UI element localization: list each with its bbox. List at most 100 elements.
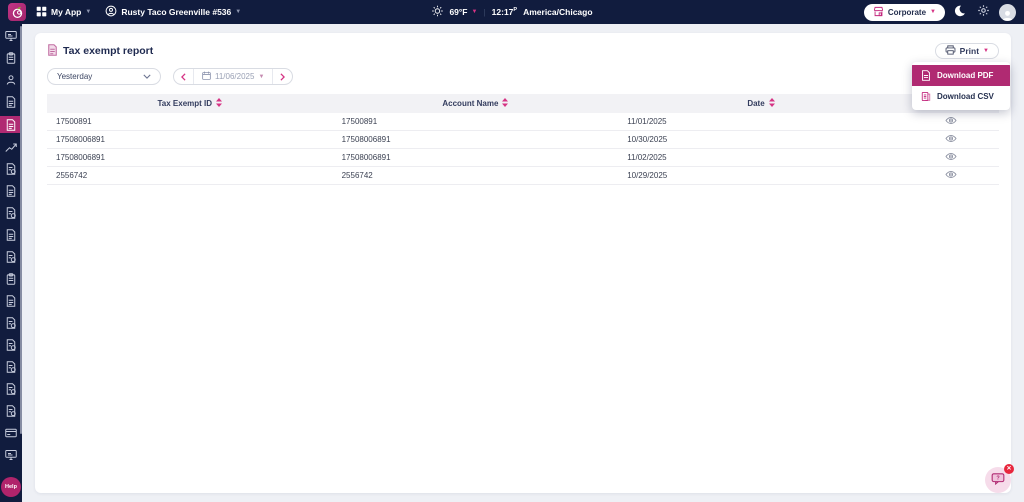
chevron-down-icon: ▼ (983, 48, 989, 54)
docbadge-icon (5, 250, 17, 263)
chevron-down-icon: ▼ (85, 9, 92, 15)
sort-icon[interactable] (216, 98, 223, 109)
sidebar-item-doc-badge-4[interactable] (0, 315, 22, 330)
column-header-tax-exempt-id[interactable]: Tax Exempt ID (47, 94, 333, 113)
temperature-value: 69°F (449, 7, 468, 17)
menu-item-download-pdf[interactable]: Download PDF (912, 65, 1010, 86)
doc-icon (5, 95, 17, 108)
docbadge-icon (5, 206, 17, 219)
sidebar-icon-list (0, 24, 22, 469)
chevron-down-icon: ▼ (258, 73, 265, 80)
next-day-button[interactable] (273, 69, 292, 84)
sort-icon[interactable] (768, 98, 775, 109)
docbadge-icon (5, 338, 17, 351)
clipboard-icon (5, 51, 17, 64)
monitor-icon (5, 30, 17, 42)
sidebar-item-doc-badge-8[interactable] (0, 403, 22, 418)
calendar-icon (202, 71, 211, 82)
doc-icon (5, 118, 17, 131)
view-button[interactable] (945, 134, 957, 143)
table-header: Tax Exempt IDAccount NameDateAction(s) (47, 94, 999, 113)
cell-date: 11/01/2025 (618, 113, 904, 131)
weather-toggle[interactable]: 69°F ▼ (449, 7, 477, 17)
eye-icon (945, 116, 957, 125)
cell-tax-exempt-id: 17500891 (47, 113, 333, 131)
sidebar-item-monitor-2[interactable] (0, 447, 22, 462)
help-button[interactable]: Help (1, 477, 21, 497)
sidebar-item-monitor[interactable] (0, 28, 22, 43)
app-switcher[interactable]: My App ▼ (36, 6, 91, 19)
docbadge-icon (5, 404, 17, 417)
print-button[interactable]: Print ▼ (934, 43, 999, 59)
sidebar-item-card[interactable] (0, 425, 22, 440)
sidebar-item-tax-exempt-report[interactable] (0, 116, 22, 133)
chart-icon (5, 141, 17, 153)
page-title: Tax exempt report (47, 43, 153, 59)
date-picker[interactable]: 11/06/2025 ▼ (193, 69, 274, 84)
sidebar-item-doc[interactable] (0, 183, 22, 198)
view-button[interactable] (945, 116, 957, 125)
report-doc-icon (47, 43, 58, 59)
title-row: Tax exempt report Print ▼ (47, 43, 999, 59)
avatar-icon (999, 3, 1016, 21)
location-switcher[interactable]: Rusty Taco Greenville #536 ▼ (105, 5, 241, 19)
doc-icon (5, 294, 17, 307)
sidebar-item-chart[interactable] (0, 139, 22, 154)
menu-item-download-csv[interactable]: Download CSV (912, 86, 1010, 107)
sun-icon (431, 5, 443, 19)
cell-actions (903, 166, 999, 185)
dark-mode-toggle[interactable] (954, 4, 968, 21)
sidebar-item-doc-badge-3[interactable] (0, 249, 22, 264)
chat-support-button[interactable]: ? ✕ (985, 464, 1014, 493)
grid-icon (36, 6, 47, 19)
cell-tax-exempt-id: 2556742 (47, 166, 333, 185)
corporate-button[interactable]: Corporate ▼ (863, 3, 945, 21)
date-value: 11/06/2025 (215, 72, 255, 81)
menu-item-label: Download PDF (937, 71, 994, 80)
brand-logo-icon[interactable] (8, 3, 26, 21)
file-csv-icon (921, 91, 931, 102)
table-row: 17500891 17500891 11/01/2025 (47, 113, 999, 131)
sidebar-scrollbar[interactable] (20, 26, 22, 434)
prev-day-button[interactable] (174, 69, 193, 84)
eye-icon (945, 152, 957, 161)
print-dropdown-menu: Download PDF Download CSV (912, 62, 1010, 110)
date-range-select[interactable]: Yesterday (47, 68, 161, 85)
user-avatar[interactable] (999, 3, 1016, 21)
printer-icon (945, 45, 956, 57)
sidebar-item-doc-2[interactable] (0, 227, 22, 242)
column-header-account-name[interactable]: Account Name (332, 94, 619, 113)
sidebar-item-clipboard[interactable] (0, 50, 22, 65)
sidebar-item-doc-badge-5[interactable] (0, 337, 22, 352)
print-label: Print (959, 46, 980, 56)
sidebar-item-doc-badge-7[interactable] (0, 381, 22, 396)
clipboard-icon (5, 272, 17, 285)
column-header-date[interactable]: Date (618, 94, 904, 113)
main-content: Tax exempt report Print ▼ Download PDF Do… (22, 24, 1024, 502)
docbadge-icon (5, 382, 17, 395)
view-button[interactable] (945, 170, 957, 179)
sidebar-item-doc-3[interactable] (0, 293, 22, 308)
sidebar-item-doc-badge[interactable] (0, 161, 22, 176)
sidebar-item-doc-settings[interactable] (0, 94, 22, 109)
sidebar-item-doc-badge-6[interactable] (0, 359, 22, 374)
sidebar-item-doc-badge-2[interactable] (0, 205, 22, 220)
cell-actions (903, 130, 999, 149)
table-row: 17508006891 17508006891 11/02/2025 (47, 148, 999, 167)
user-icon (5, 74, 17, 86)
sidebar-item-users[interactable] (0, 72, 22, 87)
eye-icon (945, 170, 957, 179)
view-button[interactable] (945, 152, 957, 161)
cell-tax-exempt-id: 17508006891 (47, 130, 333, 149)
left-sidebar: Help (0, 24, 22, 502)
location-label: Rusty Taco Greenville #536 (121, 7, 232, 17)
monitor-icon (5, 449, 17, 461)
eye-icon (945, 134, 957, 143)
card-icon (5, 427, 17, 439)
chevron-down-icon: ▼ (235, 9, 242, 15)
settings-button[interactable] (977, 4, 990, 20)
cell-account-name: 2556742 (332, 166, 619, 185)
filter-row: Yesterday 11/06/2025 ▼ (47, 68, 999, 85)
sort-icon[interactable] (502, 98, 509, 109)
sidebar-item-clipboard-2[interactable] (0, 271, 22, 286)
